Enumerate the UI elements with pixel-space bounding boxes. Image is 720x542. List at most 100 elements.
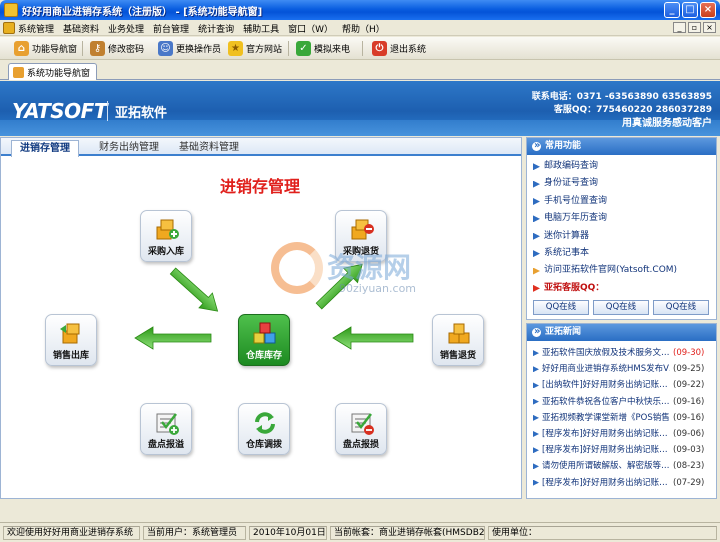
window-title: 好好用商业进销存系统（注册版） - [系统功能导航窗] [22, 7, 263, 18]
status-date: 2010年10月01日 [249, 526, 327, 540]
news-item[interactable]: 请勿使用所谓破解版、解密版等… (08-23) [533, 458, 716, 474]
boxes-minus-icon [351, 219, 374, 240]
news-item[interactable]: [程序发布]好好用财务出纳记账… (07-29) [533, 475, 716, 491]
news-item[interactable]: 好好用商业进销存系统HMS发布V… (09-25) [533, 361, 716, 377]
boxes-stack-icon [448, 323, 470, 344]
arrow-inventory-to-sales [134, 326, 212, 350]
mdi-close-button[interactable]: × [703, 22, 716, 33]
sales-out-button[interactable]: 销售出库 [44, 314, 98, 366]
link-postcode[interactable]: 邮政编码查询 [533, 158, 716, 175]
common-functions-panel: 常用功能 邮政编码查询 身份证号查询 手机号位置查询 电脑万年历查询 迷你计算器… [526, 137, 717, 320]
menu-app-icon[interactable] [3, 22, 15, 34]
key-icon: ⚷ [90, 41, 105, 56]
news-header: 亚拓新闻 [527, 323, 716, 341]
contact-qq: 客服QQ：775460220 286037289 [553, 105, 712, 115]
close-button[interactable]: × [700, 2, 716, 18]
home-icon [533, 267, 540, 275]
sales-return-label: 销售退货 [439, 351, 476, 361]
status-user: 当前用户：系统管理员 [143, 526, 246, 540]
official-website-button[interactable]: ★ 官方网站 [228, 40, 282, 57]
news-item[interactable]: 亚拓视频教学课堂新增《POS销售… (09-16) [533, 410, 716, 426]
news-date: (09-16) [673, 412, 705, 423]
menu-statistics[interactable]: 统计查询 [198, 22, 234, 35]
count-gain-label: 盘点报溢 [147, 440, 184, 450]
tab-function-nav[interactable]: 系统功能导航窗 [8, 63, 98, 80]
toolbar: ⌂ 功能导航窗 ⚷ 修改密码 ☺ 更换操作员 ★ 官方网站 ✓ 模拟来电 ⏻ 退… [0, 37, 720, 60]
news-date: (09-22) [673, 380, 705, 391]
window-icon [13, 66, 24, 78]
watermark: 资源网 90ziyuan.com [267, 242, 467, 302]
news-date: (07-29) [673, 477, 705, 488]
transfer-button[interactable]: 仓库调拨 [237, 403, 291, 455]
mdi-minimize-button[interactable]: _ [673, 22, 686, 33]
news-item[interactable]: [出纳软件]好好用财务出纳记账… (09-22) [533, 377, 716, 393]
link-calendar[interactable]: 电脑万年历查询 [533, 210, 716, 227]
link-notepad[interactable]: 系统记事本 [533, 245, 716, 262]
qq-online-button-2[interactable]: QQ在线 [593, 300, 649, 316]
users-icon: ☺ [158, 41, 173, 56]
count-gain-button[interactable]: 盘点报溢 [139, 403, 193, 455]
arrow-bullet-icon [533, 398, 539, 405]
arrow-bullet-icon [533, 479, 539, 486]
boxes-plus-icon [156, 219, 179, 240]
status-bar: 欢迎使用好好用商业进销存系统 当前用户：系统管理员 2010年10月01日 当前… [0, 522, 720, 542]
home-icon: ⌂ [14, 41, 29, 56]
watermark-text: 资源网 [327, 251, 412, 284]
minimize-button[interactable]: _ [664, 2, 680, 18]
news-title: [出纳软件]好好用财务出纳记账… [542, 380, 668, 391]
news-date: (09-25) [673, 364, 705, 375]
news-item[interactable]: 亚拓软件国庆放假及技术服务文… (09-30) [533, 345, 716, 361]
mdi-restore-button[interactable]: ▫ [688, 22, 701, 33]
news-list: 亚拓软件国庆放假及技术服务文… (09-30) 好好用商业进销存系统HMS发布V…(… [527, 341, 716, 491]
switch-operator-button[interactable]: ☺ 更换操作员 [158, 40, 221, 57]
news-item[interactable]: 亚拓软件恭祝各位客户中秋快乐… (09-16) [533, 394, 716, 410]
sales-return-button[interactable]: 销售退货 [431, 314, 485, 366]
star-icon: ★ [228, 41, 243, 56]
news-title: [程序发布]好好用财务出纳记账… [542, 428, 668, 439]
menu-business[interactable]: 业务处理 [108, 22, 144, 35]
qq-support-label: 亚拓客服QQ： [533, 280, 716, 297]
arrow-bullet-icon [533, 215, 540, 223]
menu-window[interactable]: 窗口（W） [288, 22, 333, 35]
arrow-bullet-icon [533, 180, 540, 188]
arrow-bullet-icon [533, 447, 539, 454]
count-loss-button[interactable]: 盘点报损 [334, 403, 388, 455]
arrow-bullet-icon [533, 431, 539, 438]
maximize-button[interactable]: □ [682, 2, 698, 18]
arrow-bullet-icon [533, 250, 540, 258]
count-loss-label: 盘点报损 [342, 440, 379, 450]
menu-tools[interactable]: 辅助工具 [243, 22, 279, 35]
news-date: (08-23) [673, 461, 705, 472]
menu-basic-data[interactable]: 基础资料 [63, 22, 99, 35]
news-title: 亚拓视频教学课堂新增《POS销售… [542, 412, 670, 423]
link-id-card[interactable]: 身份证号查询 [533, 175, 716, 192]
menu-help[interactable]: 帮助（H） [342, 22, 385, 35]
nav-window-button[interactable]: ⌂ 功能导航窗 [14, 40, 77, 57]
checklist-plus-icon [156, 413, 179, 435]
qq-online-button-3[interactable]: QQ在线 [653, 300, 709, 316]
check-icon: ✓ [296, 41, 311, 56]
inventory-button[interactable]: 仓库库存 [237, 314, 291, 366]
exit-system-button[interactable]: ⏻ 退出系统 [372, 40, 426, 57]
link-mobile-location[interactable]: 手机号位置查询 [533, 193, 716, 210]
menu-front-desk[interactable]: 前台管理 [153, 22, 189, 35]
boxes-out-icon [60, 323, 80, 344]
contact-info: 联系电话：0371 -63563890 63563895 客服QQ：775460… [532, 91, 712, 130]
news-item[interactable]: [程序发布]好好用财务出纳记账… (09-03) [533, 442, 716, 458]
qq-online-button-1[interactable]: QQ在线 [533, 300, 589, 316]
news-title: [程序发布]好好用财务出纳记账… [542, 477, 668, 488]
document-tab-strip: 系统功能导航窗 [0, 61, 720, 80]
purchase-in-button[interactable]: 采购入库 [139, 210, 193, 262]
menu-system[interactable]: 系统管理 [18, 22, 54, 35]
news-panel: 亚拓新闻 亚拓软件国庆放假及技术服务文…(09-30)好好用商业进销存系统HMS… [526, 323, 717, 499]
transfer-label: 仓库调拨 [245, 440, 282, 450]
change-password-button[interactable]: ⚷ 修改密码 [90, 40, 144, 57]
news-date: (09-30) [673, 348, 705, 358]
link-official-site[interactable]: 访问亚拓软件官网(Yatsoft.COM) [533, 262, 716, 279]
news-item[interactable]: [程序发布]好好用财务出纳记账… (09-06) [533, 426, 716, 442]
status-welcome: 欢迎使用好好用商业进销存系统 [3, 526, 140, 540]
link-calculator[interactable]: 迷你计算器 [533, 228, 716, 245]
news-date: (09-16) [673, 396, 705, 407]
simulate-call-button[interactable]: ✓ 模拟来电 [296, 40, 350, 57]
toolbar-separator [82, 41, 83, 56]
